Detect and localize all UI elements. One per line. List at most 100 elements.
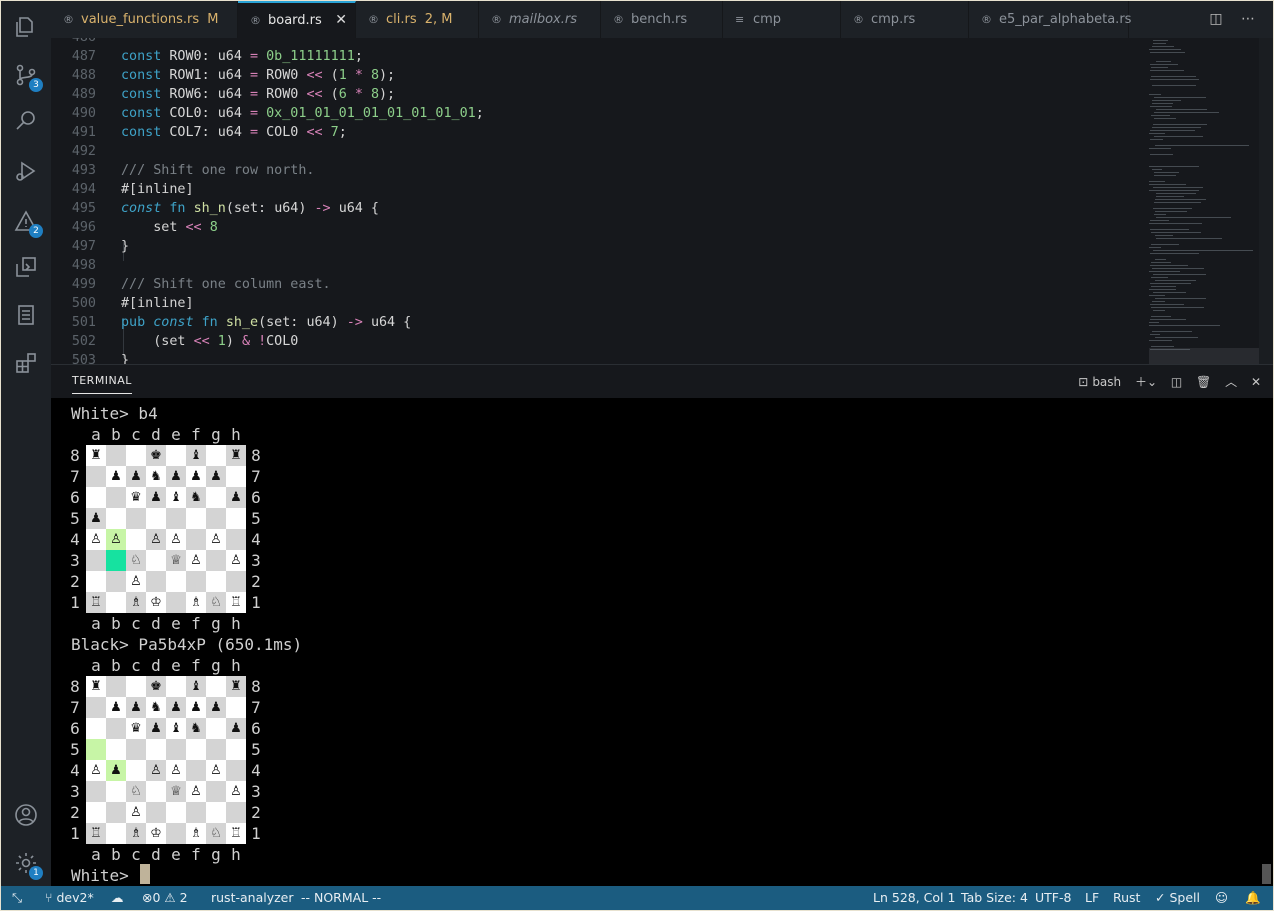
- problems-status[interactable]: ⊗0 ⚠ 2: [142, 886, 188, 910]
- board-square: ♗: [186, 592, 206, 613]
- line-number: 486: [51, 38, 96, 47]
- line-number: 498: [71, 258, 96, 273]
- line-ending[interactable]: LF: [1085, 886, 1099, 910]
- minimap-line: [1151, 244, 1179, 245]
- minimap-line: [1150, 139, 1163, 140]
- board-square: [226, 508, 246, 529]
- language-mode[interactable]: Rust: [1113, 886, 1140, 910]
- rank-label: 8: [251, 677, 261, 696]
- board-square: ♟: [146, 487, 166, 508]
- rank-label: 3: [70, 551, 80, 570]
- more-actions-icon[interactable]: ⋯: [1241, 11, 1255, 27]
- minimap-line: [1153, 208, 1192, 209]
- tab-cmp[interactable]: ≡ cmp: [723, 1, 841, 38]
- terminal[interactable]: White> b4 a b c d e f g h ♜ ♚ ♝ ♜ ♟ ♟ ♞ ♟ ♟ ♟ ♛ ♟ ♝ ♞ ♟ ♟ ♙ ♙ ♙ ♙ ♙ ♘…: [51, 398, 1273, 886]
- board-square: ♟: [146, 718, 166, 739]
- board-square: [206, 781, 226, 802]
- file-label: c: [131, 845, 141, 864]
- rust-icon: ®: [368, 13, 379, 26]
- remote-explorer-icon[interactable]: [14, 255, 38, 279]
- line-number: 503: [71, 353, 96, 364]
- board-square: ♙: [226, 781, 246, 802]
- file-label: g: [211, 614, 221, 633]
- lines-icon: ≡: [735, 13, 745, 26]
- minimap-line: [1155, 280, 1196, 281]
- code-line: pub const fn sh_e(set: u64) -> u64 {: [121, 315, 412, 330]
- minimap-line: [1155, 145, 1249, 146]
- bell-icon[interactable]: 🔔: [1245, 886, 1261, 910]
- new-terminal-icon[interactable]: ＋⌄: [1135, 373, 1157, 390]
- terminal-scrollbar[interactable]: [1262, 864, 1271, 884]
- encoding[interactable]: UTF-8: [1035, 886, 1071, 910]
- lsp-status[interactable]: rust-analyzer: [211, 886, 294, 910]
- board-square: ♙: [226, 550, 246, 571]
- feedback-icon[interactable]: ☺: [1215, 886, 1228, 910]
- tab-terminal[interactable]: TERMINAL: [72, 374, 132, 394]
- split-terminal-icon[interactable]: ◫: [1171, 375, 1182, 389]
- explorer-icon[interactable]: [14, 15, 38, 39]
- rank-label: 7: [70, 698, 80, 717]
- maximize-panel-icon[interactable]: ︿: [1225, 373, 1237, 390]
- problems-icon[interactable]: 2: [14, 209, 43, 238]
- search-icon[interactable]: [14, 109, 38, 133]
- extensions-icon[interactable]: [14, 351, 38, 375]
- spell-status[interactable]: ✓ Spell: [1155, 886, 1200, 910]
- remote-icon[interactable]: ⤡: [12, 886, 22, 910]
- board-square: [106, 781, 126, 802]
- board-square: ♜: [86, 445, 106, 466]
- board-square: ♞: [146, 697, 166, 718]
- file-label: d: [151, 656, 161, 675]
- file-label: d: [151, 425, 161, 444]
- minimap-viewport[interactable]: [1149, 348, 1261, 364]
- close-tab-icon[interactable]: ✕: [335, 3, 347, 38]
- tab-bench[interactable]: ® bench.rs: [601, 1, 723, 38]
- minimap-line: [1152, 85, 1196, 86]
- cursor-position[interactable]: Ln 528, Col 1: [873, 886, 955, 910]
- split-editor-icon[interactable]: ◫: [1209, 11, 1222, 27]
- board-square: [126, 445, 146, 466]
- trash-icon[interactable]: 🗑: [1196, 375, 1211, 389]
- board-square: ♙: [186, 781, 206, 802]
- terminal-shell-icon: ⊡: [1078, 375, 1089, 389]
- minimap[interactable]: [1149, 38, 1261, 364]
- run-debug-icon[interactable]: [14, 159, 38, 183]
- tab-cmp-rs[interactable]: ® cmp.rs: [841, 1, 969, 38]
- source-control-badge: 3: [29, 78, 43, 92]
- account-icon[interactable]: [14, 803, 38, 827]
- minimap-line: [1152, 46, 1174, 47]
- rust-icon: ®: [853, 13, 864, 26]
- board-file-labels: abcdefgh: [86, 424, 246, 445]
- warning-icon: ⚠: [164, 890, 176, 905]
- tab-cli[interactable]: ® cli.rs 2, M: [356, 1, 479, 38]
- tab-mailbox[interactable]: ® mailbox.rs: [479, 1, 601, 38]
- board-square: ♟: [106, 697, 126, 718]
- minimap-line: [1150, 319, 1186, 320]
- board-square: ♟: [226, 718, 246, 739]
- sync-icon[interactable]: ☁: [111, 886, 124, 910]
- file-label: a: [91, 656, 101, 675]
- tab-e5-par-alphabeta[interactable]: ® e5_par_alphabeta.rs: [969, 1, 1131, 38]
- terminal-shell-label[interactable]: bash: [1092, 375, 1121, 389]
- board-square: [106, 676, 126, 697]
- file-label: a: [91, 614, 101, 633]
- settings-gear-icon[interactable]: 1: [14, 851, 43, 880]
- board-square: [126, 529, 146, 550]
- minimap-line: [1149, 295, 1165, 296]
- board-square: [126, 739, 146, 760]
- rank-label: 6: [70, 719, 80, 738]
- board-square: ♕: [166, 550, 186, 571]
- code-editor[interactable]: 486 487 488 489 490 491 492 493 494 495 496 497 498 4…: [51, 38, 1273, 364]
- close-panel-icon[interactable]: ✕: [1251, 375, 1261, 389]
- notes-icon[interactable]: [14, 303, 38, 327]
- board-square: [146, 571, 166, 592]
- board-square: [126, 760, 146, 781]
- tab-value-functions[interactable]: ® value_functions.rs M: [51, 1, 238, 38]
- tab-size[interactable]: Tab Size: 4: [961, 886, 1028, 910]
- tab-board[interactable]: ® board.rs ✕: [238, 1, 356, 38]
- terminal-prompt: White>: [71, 866, 139, 885]
- board-square: ♙: [126, 571, 146, 592]
- branch-item[interactable]: ⑂ dev2*: [45, 886, 94, 910]
- board-square: ♙: [106, 529, 126, 550]
- source-control-icon[interactable]: 3: [14, 63, 43, 92]
- editor-scrollbar[interactable]: [1259, 38, 1273, 364]
